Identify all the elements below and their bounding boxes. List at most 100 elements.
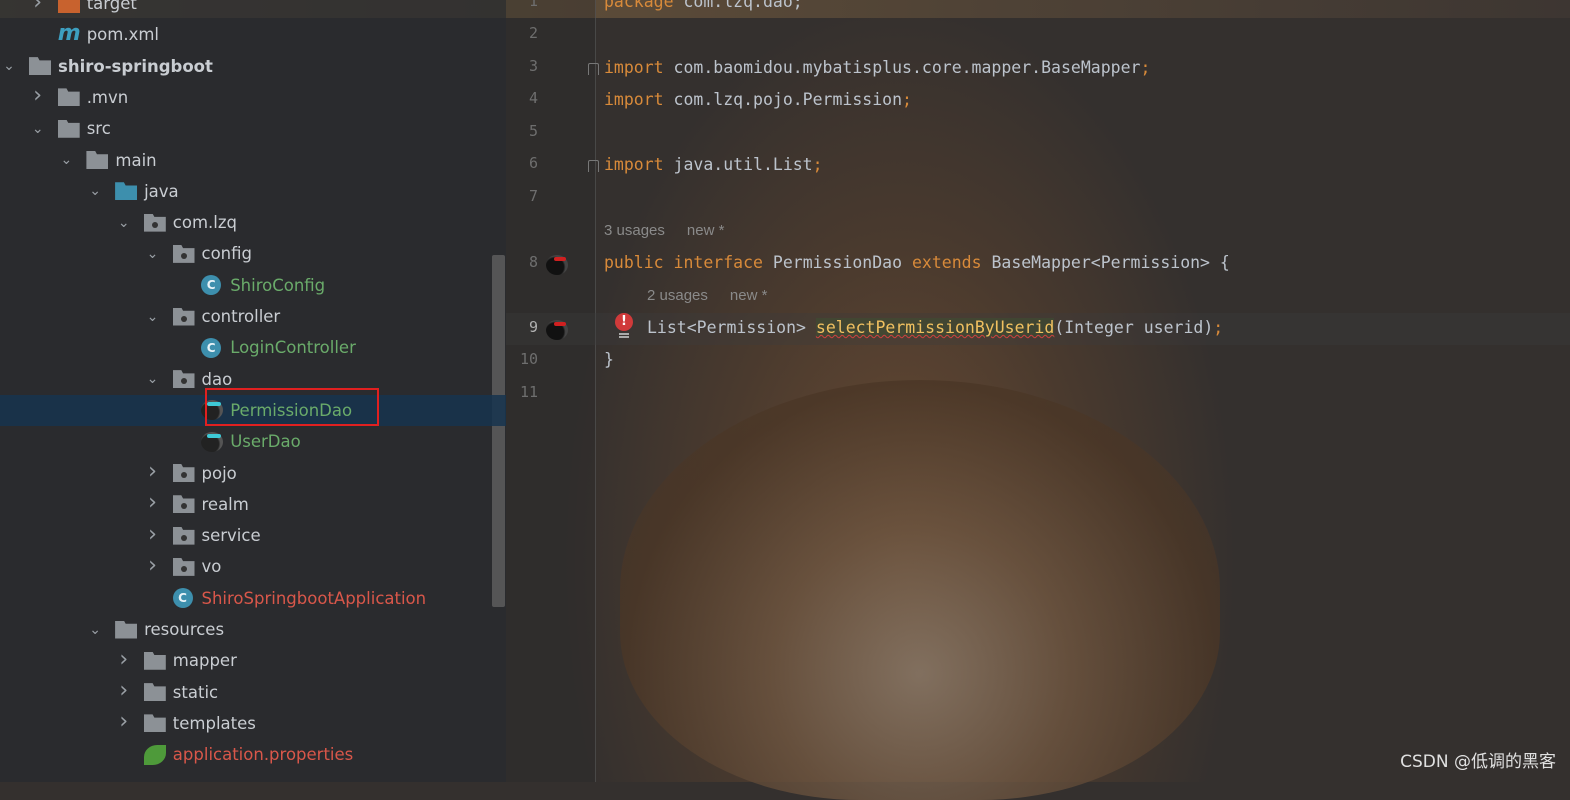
package-icon	[172, 495, 195, 514]
tree-item-label: src	[86, 119, 111, 139]
tree-item-label: UserDao	[230, 432, 301, 452]
usages-link[interactable]: 2 usages	[647, 287, 708, 304]
chevron-right-icon[interactable]: ›	[31, 0, 45, 13]
background-image	[620, 380, 1220, 800]
keyword: import	[604, 58, 664, 77]
tree-item-templates[interactable]: › templates	[0, 708, 506, 739]
tree-item-com-lzq[interactable]: ⌄ com.lzq	[0, 207, 506, 238]
package-icon	[172, 244, 195, 263]
chevron-right-icon[interactable]: ›	[146, 523, 160, 545]
mybatis-mapper-gutter-icon[interactable]	[546, 320, 568, 340]
chevron-right-icon[interactable]: ›	[117, 648, 131, 670]
code-line-4: import com.lzq.pojo.Permission;	[604, 90, 912, 109]
chevron-right-icon[interactable]: ›	[146, 554, 160, 576]
chevron-down-icon[interactable]: ⌄	[31, 122, 45, 136]
chevron-right-icon[interactable]: ›	[117, 680, 131, 702]
method-name-error[interactable]: selectPermissionByUserid	[815, 318, 1055, 337]
keyword: import	[604, 90, 664, 109]
line-number: 10	[519, 350, 538, 368]
mybatis-mapper-gutter-icon[interactable]	[546, 255, 568, 275]
tree-item-label: realm	[201, 494, 249, 514]
error-lightbulb-icon[interactable]: !	[614, 313, 634, 339]
chevron-down-icon[interactable]: ⌄	[117, 216, 131, 230]
tree-item-label: vo	[201, 557, 222, 577]
chevron-down-icon[interactable]: ⌄	[88, 184, 102, 198]
code-text: List<Permission>	[647, 318, 816, 337]
tree-item-shiro-springboot[interactable]: ⌄ shiro-springboot	[0, 51, 506, 82]
tree-item-label: static	[172, 682, 219, 702]
class-icon: C	[201, 337, 222, 358]
tree-item-shiroconfig[interactable]: C ShiroConfig	[0, 270, 506, 301]
folder-icon	[57, 88, 80, 107]
tree-item-target[interactable]: › target	[0, 0, 506, 19]
semicolon: ;	[812, 155, 823, 174]
chevron-down-icon[interactable]: ⌄	[146, 372, 160, 386]
line-number: 4	[528, 89, 538, 107]
chevron-right-icon[interactable]: ›	[31, 85, 45, 107]
chevron-right-icon[interactable]: ›	[146, 461, 160, 483]
folder-icon	[143, 651, 166, 670]
tree-item-static[interactable]: › static	[0, 677, 506, 708]
code-text: (Integer userid)	[1054, 318, 1214, 337]
tree-item-label: target	[86, 0, 137, 13]
chevron-down-icon[interactable]: ⌄	[88, 623, 102, 637]
line-number: 3	[528, 57, 538, 75]
tree-item-application-properties[interactable]: application.properties	[0, 739, 506, 770]
line-number: 5	[528, 122, 538, 140]
chevron-down-icon[interactable]: ⌄	[146, 247, 160, 261]
tree-item-resources[interactable]: ⌄ resources	[0, 614, 506, 645]
code-text: java.util.List	[663, 155, 813, 174]
watermark: CSDN @低调的黑客	[1400, 752, 1556, 772]
line-number: 8	[528, 253, 538, 271]
code-vision-hint[interactable]: 3 usages new *	[604, 222, 746, 239]
module-folder-icon	[29, 57, 51, 76]
code-line-8: public interface PermissionDao extends B…	[604, 253, 1230, 272]
code-vision-hint[interactable]: 2 usages new *	[647, 287, 789, 304]
chevron-down-icon[interactable]: ⌄	[59, 153, 73, 167]
spring-boot-app-icon: C	[172, 588, 193, 609]
keyword: extends	[902, 253, 982, 272]
tree-item-realm[interactable]: › realm	[0, 489, 506, 520]
tree-item-logincontroller[interactable]: C LoginController	[0, 332, 506, 363]
keyword: public	[604, 253, 664, 272]
fold-icon[interactable]	[588, 160, 599, 172]
semicolon: ;	[902, 90, 912, 109]
line-number: 7	[528, 187, 538, 205]
tree-item-label: ShiroSpringbootApplication	[201, 588, 427, 608]
tree-item--mvn[interactable]: › .mvn	[0, 82, 506, 113]
line-number: 1	[528, 0, 538, 10]
line-number: 11	[519, 383, 538, 401]
tree-item-shirospringbootapplication[interactable]: C ShiroSpringbootApplication	[0, 583, 506, 614]
tree-item-pojo[interactable]: › pojo	[0, 458, 506, 489]
highlight-box	[205, 388, 379, 426]
tree-item-label: application.properties	[172, 745, 354, 765]
excluded-folder-icon	[57, 0, 80, 13]
tree-item-label: java	[144, 181, 179, 201]
tree-item-mapper[interactable]: › mapper	[0, 645, 506, 676]
code-line-6: import java.util.List;	[604, 155, 823, 174]
tree-item-controller[interactable]: ⌄ controller	[0, 301, 506, 332]
author-hint: new *	[729, 287, 768, 304]
resources-folder-icon	[115, 620, 138, 639]
tree-item-main[interactable]: ⌄ main	[0, 145, 506, 176]
chevron-down-icon[interactable]: ⌄	[146, 310, 160, 324]
spring-properties-icon	[143, 744, 166, 765]
tree-item-vo[interactable]: › vo	[0, 551, 506, 582]
chevron-right-icon[interactable]: ›	[117, 711, 131, 733]
tree-item-label: main	[115, 150, 157, 170]
tree-item-label: shiro-springboot	[58, 56, 213, 76]
usages-link[interactable]: 3 usages	[604, 222, 665, 239]
tree-item-java[interactable]: ⌄ java	[0, 176, 506, 207]
tree-item-userdao[interactable]: UserDao	[0, 426, 506, 457]
line-number: 9	[528, 318, 538, 336]
tree-item-config[interactable]: ⌄ config	[0, 238, 506, 269]
fold-icon[interactable]	[588, 63, 599, 75]
tree-item-service[interactable]: › service	[0, 520, 506, 551]
chevron-right-icon[interactable]: ›	[146, 492, 160, 514]
chevron-down-icon[interactable]: ⌄	[2, 59, 16, 73]
tree-item-src[interactable]: ⌄ src	[0, 113, 506, 144]
code-text: com.lzq.dao;	[673, 0, 803, 11]
author-hint: new *	[686, 222, 725, 239]
line-number: 6	[528, 154, 538, 172]
tree-item-pom-xml[interactable]: m pom.xml	[0, 19, 506, 50]
